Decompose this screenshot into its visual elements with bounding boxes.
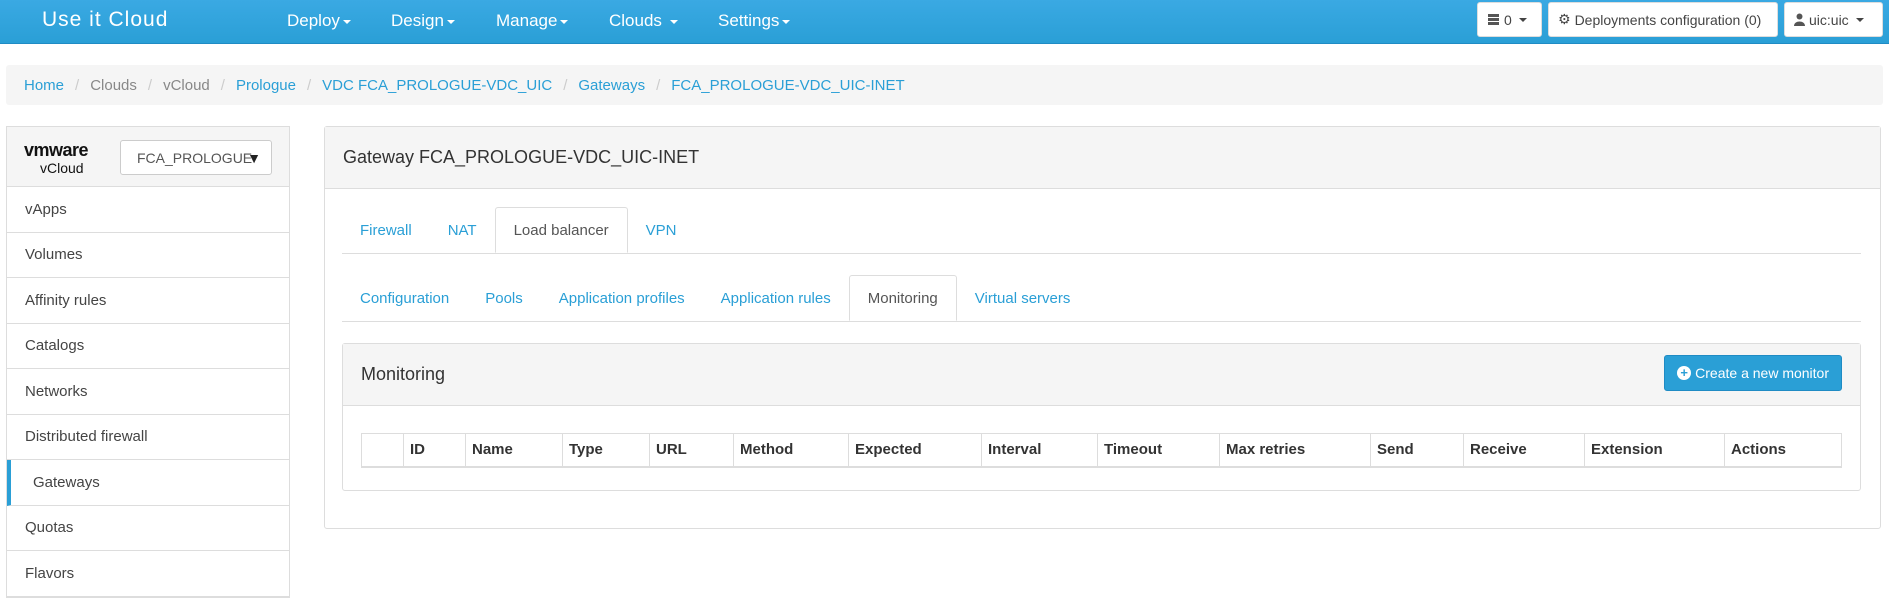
vmware-vcloud-logo: vmware vCloud <box>24 140 89 176</box>
column-max-retries: Max retries <box>1219 433 1371 468</box>
brand-logo[interactable]: Use it Cloud <box>42 8 168 32</box>
tab-nat[interactable]: NAT <box>430 207 495 253</box>
column-actions: Actions <box>1724 433 1842 468</box>
breadcrumb-separator: / <box>220 76 225 94</box>
sidebar: vmware vCloud FCA_PROLOGUE ▼ vApps Volum… <box>6 126 290 598</box>
vcloud-logo-text: vCloud <box>40 160 84 176</box>
user-icon <box>1794 13 1805 26</box>
monitoring-title: Monitoring <box>361 364 446 384</box>
column-select <box>361 433 404 468</box>
subtab-virtual-servers[interactable]: Virtual servers <box>957 275 1089 321</box>
sidebar-item-catalogs[interactable]: Catalogs <box>7 324 289 369</box>
column-expected: Expected <box>848 433 982 468</box>
breadcrumb-separator: / <box>306 76 312 94</box>
caret-down-icon <box>1518 17 1527 22</box>
monitoring-header: Monitoring + Create a new monitor <box>343 344 1860 406</box>
vdc-select[interactable]: FCA_PROLOGUE ▼ <box>120 140 272 175</box>
subtab-pools[interactable]: Pools <box>467 275 541 321</box>
tab-firewall[interactable]: Firewall <box>342 207 430 253</box>
plus-circle-icon: + <box>1677 366 1692 380</box>
nav-clouds[interactable]: Clouds <box>609 11 678 31</box>
column-type: Type <box>562 433 650 468</box>
column-method: Method <box>733 433 849 468</box>
subtab-configuration[interactable]: Configuration <box>342 275 467 321</box>
sidebar-header: vmware vCloud FCA_PROLOGUE ▼ <box>7 127 289 187</box>
breadcrumb-current-gateway[interactable]: FCA_PROLOGUE-VDC_UIC-INET <box>671 77 904 94</box>
column-id: ID <box>403 433 466 468</box>
user-label: uic:uic <box>1809 11 1849 28</box>
column-receive: Receive <box>1463 433 1585 468</box>
breadcrumb-vcloud: vCloud <box>163 76 210 94</box>
gateway-tabs: Firewall NAT Load balancer VPN <box>342 207 1861 254</box>
table-header-row: ID Name Type URL Method Expected Interva… <box>361 433 1842 468</box>
tab-load-balancer[interactable]: Load balancer <box>494 207 628 253</box>
caret-down-icon <box>560 19 569 24</box>
breadcrumb-separator: / <box>563 76 568 94</box>
monitors-table: ID Name Type URL Method Expected Interva… <box>361 433 1842 468</box>
breadcrumb-separator: / <box>147 76 153 94</box>
sidebar-item-quotas[interactable]: Quotas <box>7 506 289 551</box>
sidebar-item-volumes[interactable]: Volumes <box>7 233 289 278</box>
caret-down-icon <box>446 19 455 24</box>
column-url: URL <box>649 433 734 468</box>
gear-icon: ⚙ <box>1558 11 1571 27</box>
deployments-label: Deployments configuration (0) <box>1574 11 1762 28</box>
column-interval: Interval <box>981 433 1098 468</box>
server-icon <box>1488 14 1499 25</box>
subtab-monitoring[interactable]: Monitoring <box>848 275 957 321</box>
column-timeout: Timeout <box>1097 433 1220 468</box>
breadcrumb-home[interactable]: Home <box>24 77 64 94</box>
nav-settings[interactable]: Settings <box>718 11 791 31</box>
breadcrumb: Home / Clouds / vCloud / Prologue / VDC … <box>6 65 1883 105</box>
top-navbar: Use it Cloud Deploy Design Manage Clouds… <box>0 0 1889 44</box>
load-balancer-subtabs: Configuration Pools Application profiles… <box>342 275 1861 322</box>
deployments-configuration-button[interactable]: ⚙ Deployments configuration (0) <box>1548 2 1778 37</box>
server-count: 0 <box>1504 11 1512 28</box>
nav-manage[interactable]: Manage <box>496 11 569 31</box>
column-name: Name <box>465 433 563 468</box>
dropdown-arrow-icon: ▼ <box>247 150 261 166</box>
user-menu-button[interactable]: uic:uic <box>1784 2 1883 37</box>
sidebar-item-vapps[interactable]: vApps <box>7 187 289 233</box>
column-send: Send <box>1370 433 1464 468</box>
breadcrumb-separator: / <box>75 76 80 94</box>
create-monitor-label: Create a new monitor <box>1695 365 1829 381</box>
caret-down-icon <box>1855 17 1864 22</box>
page-title: Gateway FCA_PROLOGUE-VDC_UIC-INET <box>325 127 1880 189</box>
gateway-panel: Gateway FCA_PROLOGUE-VDC_UIC-INET Firewa… <box>324 126 1881 529</box>
breadcrumb-separator: / <box>656 76 661 94</box>
nav-deploy[interactable]: Deploy <box>287 11 351 31</box>
nav-design[interactable]: Design <box>391 11 455 31</box>
sidebar-item-gateways[interactable]: Gateways <box>7 460 289 506</box>
sidebar-item-affinity-rules[interactable]: Affinity rules <box>7 278 289 324</box>
vmware-logo-text: vmware <box>24 140 89 160</box>
caret-down-icon <box>342 19 351 24</box>
subtab-application-profiles[interactable]: Application profiles <box>541 275 703 321</box>
caret-down-icon <box>782 19 791 24</box>
vdc-select-value: FCA_PROLOGUE <box>137 149 253 166</box>
breadcrumb-vdc[interactable]: VDC FCA_PROLOGUE-VDC_UIC <box>322 77 552 94</box>
caret-down-icon <box>669 19 678 24</box>
server-count-button[interactable]: 0 <box>1477 2 1542 37</box>
breadcrumb-prologue[interactable]: Prologue <box>236 77 296 94</box>
breadcrumb-gateways[interactable]: Gateways <box>578 77 645 94</box>
subtab-application-rules[interactable]: Application rules <box>703 275 849 321</box>
sidebar-item-networks[interactable]: Networks <box>7 369 289 415</box>
breadcrumb-clouds: Clouds <box>90 76 137 94</box>
create-monitor-button[interactable]: + Create a new monitor <box>1664 355 1842 391</box>
sidebar-item-distributed-firewall[interactable]: Distributed firewall <box>7 415 289 460</box>
tab-vpn[interactable]: VPN <box>628 207 695 253</box>
column-extension: Extension <box>1584 433 1725 468</box>
sidebar-item-flavors[interactable]: Flavors <box>7 551 289 597</box>
monitoring-panel: Monitoring + Create a new monitor ID Nam… <box>342 343 1861 491</box>
